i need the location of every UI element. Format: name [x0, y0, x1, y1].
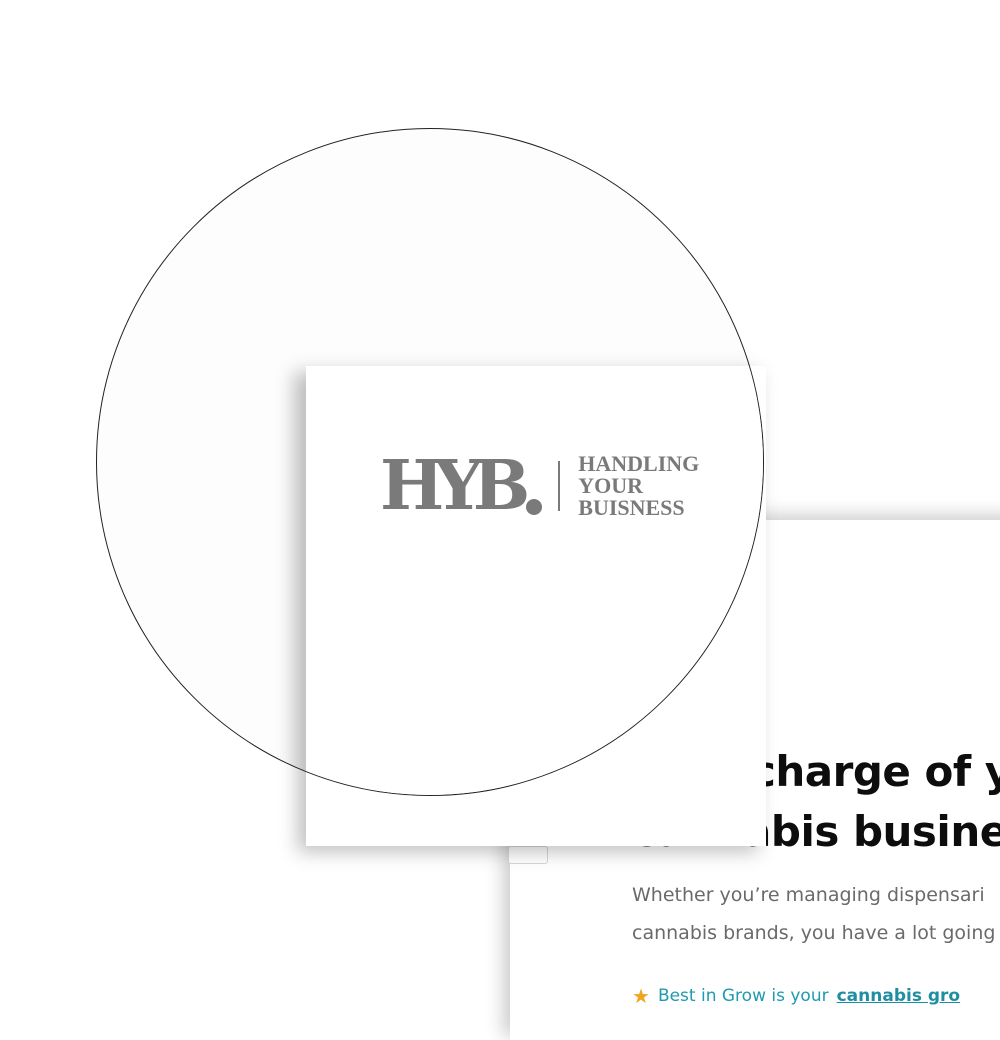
hero-subtitle-line-2: cannabis brands, you have a lot going	[632, 922, 996, 944]
tagline-line-2: YOUR	[578, 473, 644, 498]
promo-link[interactable]: cannabis gro	[837, 986, 961, 1006]
promo-text: Best in Grow is your	[657, 986, 829, 1006]
search-input[interactable]	[508, 846, 548, 864]
star-icon: ★	[632, 984, 650, 1008]
logo-divider	[558, 461, 561, 511]
hero-subtitle-line-1: Whether you’re managing dispensari	[632, 884, 985, 906]
logo-mark: HYB	[380, 446, 530, 526]
tagline-line-3: BUISNESS	[578, 495, 685, 520]
logo-dot	[526, 499, 543, 515]
hyb-logo-magnified[interactable]: HYB HANDLING YOUR BUISNESS	[380, 448, 699, 524]
tagline-line-1: HANDLING	[578, 451, 700, 476]
logo-tagline: HANDLING YOUR BUISNESS	[578, 453, 699, 519]
hero-subtitle: Whether you’re managing dispensari canna…	[632, 876, 1000, 952]
promo-line: ★ Best in Grow is your cannabis gro	[632, 984, 960, 1008]
brand-card-magnified: HYB HANDLING YOUR BUISNESS	[306, 366, 763, 795]
magnifier-lens: HYB HANDLING YOUR BUISNESS	[96, 128, 764, 796]
